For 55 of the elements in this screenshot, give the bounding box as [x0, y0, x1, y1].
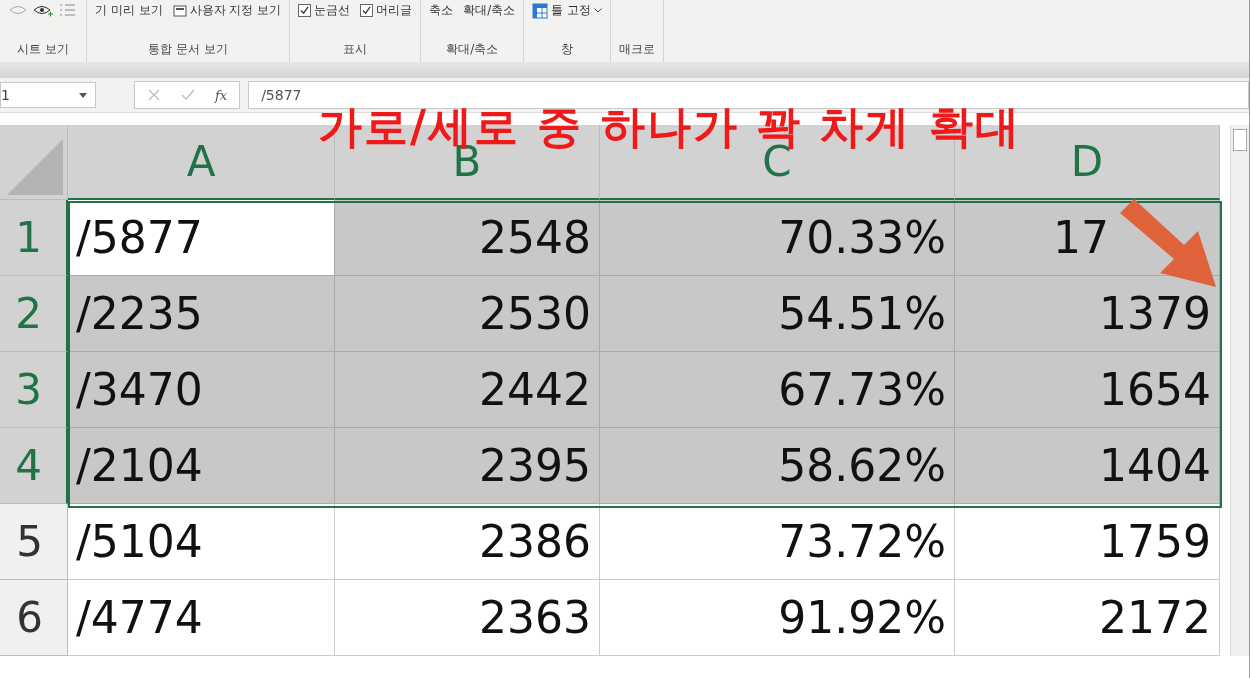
row-header[interactable]: 5 [0, 504, 68, 580]
row-header[interactable]: 3 [0, 352, 68, 428]
table-cell: /5877 [68, 200, 335, 276]
table-cell: 2548 [335, 200, 600, 276]
vertical-scrollbar[interactable] [1230, 125, 1249, 656]
table-cell: 2363 [335, 580, 600, 656]
chevron-down-icon [594, 8, 603, 13]
checkbox-label: 머리글 [376, 2, 413, 19]
formula-field[interactable]: /5877 [248, 81, 1249, 109]
row-header[interactable]: 6 [0, 580, 68, 656]
table-cell: 70.33% [600, 200, 955, 276]
table-cell: 1379 [955, 276, 1220, 352]
cancel-icon[interactable] [147, 88, 161, 102]
freeze-panes-icon [532, 2, 549, 19]
group-label: 확대/축소 [445, 41, 500, 58]
check-icon[interactable] [181, 88, 195, 102]
eye-icon[interactable] [8, 2, 78, 20]
table-cell: 91.92% [600, 580, 955, 656]
view-icon [172, 3, 187, 18]
name-box[interactable]: 1 [0, 82, 96, 108]
ribbon-label[interactable]: 기 미리 보기 [95, 2, 163, 19]
table-cell: /5104 [68, 504, 335, 580]
insert-function-button[interactable]: fx [215, 87, 228, 103]
table-cell: 2386 [335, 504, 600, 580]
table-cell: 58.62% [600, 428, 955, 504]
freeze-panes-button[interactable]: 틀 고정 [532, 2, 603, 19]
group-label: 통합 문서 보기 [147, 41, 229, 58]
select-all-corner[interactable] [0, 125, 68, 200]
row-header[interactable]: 1 [0, 200, 68, 276]
ribbon-label[interactable]: 확대/축소 [463, 2, 516, 19]
ribbon-label[interactable]: 축소 [429, 2, 454, 19]
group-label: 매크로 [619, 41, 656, 58]
checkbox[interactable] [360, 4, 374, 17]
checkbox-label: 눈금선 [314, 2, 351, 19]
custom-view-button[interactable]: 사용자 지정 보기 [172, 2, 282, 19]
group-label: 창 [560, 41, 575, 58]
group-label: 시트 보기 [16, 41, 70, 58]
checkbox[interactable] [298, 4, 312, 17]
table-cell: 1654 [955, 352, 1220, 428]
table-cell: /4774 [68, 580, 335, 656]
row-header[interactable]: 2 [0, 276, 68, 352]
row-header[interactable]: 4 [0, 428, 68, 504]
table-cell: 2442 [335, 352, 600, 428]
table-cell: /2235 [68, 276, 335, 352]
table-cell: 1404 [955, 428, 1220, 504]
table-cell: 1759 [955, 504, 1220, 580]
table-cell: /3470 [68, 352, 335, 428]
table-cell: 2530 [335, 276, 600, 352]
group-label: 표시 [342, 41, 369, 58]
table-cell: 2395 [335, 428, 600, 504]
table-cell: 54.51% [600, 276, 955, 352]
table-cell: 67.73% [600, 352, 955, 428]
table-cell: 2172 [955, 580, 1220, 656]
table-cell: /2104 [68, 428, 335, 504]
table-cell: 73.72% [600, 504, 955, 580]
